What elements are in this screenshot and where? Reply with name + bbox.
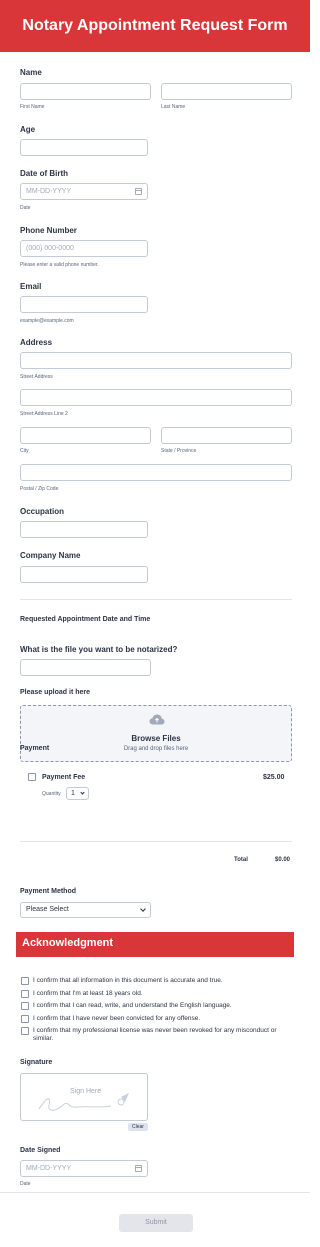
payment-label: Payment [20, 745, 50, 752]
age-input[interactable] [20, 139, 148, 156]
date-signed-sublabel: Date [20, 1181, 31, 1187]
ack-checkbox-2[interactable] [21, 990, 29, 998]
date-signed-label: Date Signed [20, 1147, 61, 1154]
total-value: $0.00 [275, 857, 291, 863]
ack-text-5: I confirm that my professional license w… [33, 1027, 277, 1042]
city-sublabel: City [20, 448, 29, 454]
payment-method-select[interactable]: Please Select [20, 902, 151, 918]
quantity-label: Quantity [42, 791, 61, 797]
phone-label: Phone Number [20, 226, 77, 235]
street-address-2-sublabel: Street Address Line 2 [20, 411, 68, 417]
ack-text-2: I confirm that I'm at least 18 years old… [33, 990, 143, 997]
submit-button[interactable]: Submit [119, 1214, 193, 1232]
cloud-upload-icon [149, 714, 165, 725]
state-input[interactable] [161, 427, 292, 444]
total-label: Total [234, 857, 248, 863]
occupation-label: Occupation [20, 507, 65, 516]
acknowledgment-title: Acknowledgment [22, 937, 114, 949]
company-input[interactable] [20, 566, 148, 583]
dob-sublabel: Date [20, 205, 31, 211]
phone-sublabel: Please enter a valid phone number. [20, 262, 99, 268]
ack-checkbox-1[interactable] [21, 977, 29, 985]
payment-method-value: Please Select [26, 906, 69, 913]
signature-pad[interactable]: Sign Here [20, 1073, 148, 1121]
ack-checkbox-4[interactable] [21, 1015, 29, 1023]
footer-divider [0, 1192, 310, 1193]
payment-fee-checkbox[interactable] [28, 773, 36, 781]
quantity-value: 1 [71, 790, 75, 797]
payment-fee-name: Payment Fee [42, 774, 86, 781]
chevron-down-icon [80, 790, 85, 795]
payment-divider [20, 841, 292, 842]
phone-placeholder: (000) 000-0000 [26, 245, 74, 252]
browse-files-text[interactable]: Browse Files [21, 734, 291, 743]
quantity-select[interactable]: 1 [66, 787, 89, 800]
street-address-sublabel: Street Address [20, 374, 53, 380]
dob-label: Date of Birth [20, 169, 68, 178]
name-label: Name [20, 68, 42, 77]
date-signed-placeholder: MM-DD-YYYY [26, 1165, 72, 1172]
payment-method-label: Payment Method [20, 888, 77, 895]
ack-checkbox-5[interactable] [21, 1027, 29, 1035]
date-signed-input[interactable]: MM-DD-YYYY [20, 1160, 148, 1177]
occupation-input[interactable] [20, 521, 148, 538]
email-label: Email [20, 282, 42, 291]
street-address-input[interactable] [20, 352, 292, 369]
file-question-input[interactable] [20, 659, 151, 676]
ack-text-4: I confirm that I have never been convict… [33, 1015, 201, 1022]
payment-fee-price: $25.00 [263, 774, 285, 781]
dob-input[interactable]: MM-DD-YYYY [20, 183, 148, 200]
street-address-2-input[interactable] [20, 389, 292, 406]
ack-checkbox-3[interactable] [21, 1002, 29, 1010]
acknowledgment-header: Acknowledgment [16, 932, 294, 957]
signature-label: Signature [20, 1059, 53, 1066]
calendar-icon[interactable] [135, 1165, 142, 1172]
section-divider [20, 599, 292, 600]
clear-signature-button[interactable]: Clear [128, 1123, 148, 1131]
dob-placeholder: MM-DD-YYYY [26, 188, 72, 195]
ack-text-1: I confirm that all information in this d… [33, 977, 223, 984]
first-name-sublabel: First Name [20, 104, 45, 110]
form-header: Notary Appointment Request Form [0, 0, 310, 52]
form-title: Notary Appointment Request Form [22, 17, 288, 34]
last-name-sublabel: Last Name [161, 104, 186, 110]
calendar-icon[interactable] [135, 188, 142, 195]
company-label: Company Name [20, 551, 81, 560]
zip-sublabel: Postal / Zip Code [20, 486, 59, 492]
state-sublabel: State / Province [161, 448, 197, 454]
email-sublabel: example@example.com [20, 318, 74, 324]
chevron-down-icon [140, 906, 146, 912]
address-label: Address [20, 338, 53, 347]
zip-input[interactable] [20, 464, 292, 481]
file-upload-dropzone[interactable]: Browse Files Drag and drop files here [20, 705, 292, 762]
last-name-input[interactable] [161, 83, 292, 100]
email-input[interactable] [20, 296, 148, 313]
upload-label: Please upload it here [20, 689, 91, 696]
appointment-heading: Requested Appointment Date and Time [20, 616, 151, 623]
file-question-label: What is the file you want to be notarize… [20, 645, 178, 654]
first-name-input[interactable] [20, 83, 151, 100]
age-label: Age [20, 125, 36, 134]
signature-pen-icon [38, 1093, 129, 1111]
phone-input[interactable]: (000) 000-0000 [20, 240, 148, 257]
city-input[interactable] [20, 427, 151, 444]
ack-text-3: I confirm that I can read, write, and un… [33, 1002, 232, 1009]
drag-drop-text: Drag and drop files here [123, 746, 189, 752]
